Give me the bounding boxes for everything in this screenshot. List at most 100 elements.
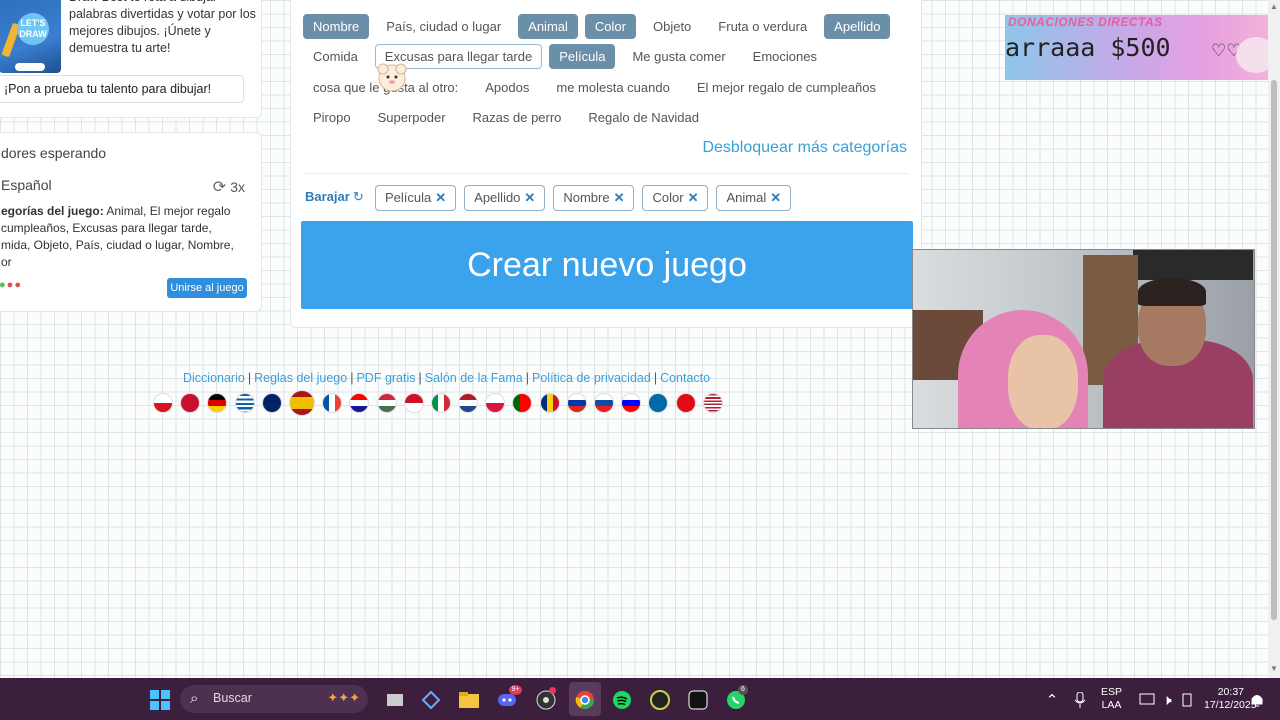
flag-fr-icon[interactable] bbox=[322, 393, 343, 413]
clock[interactable]: 20:37 17/12/2025 bbox=[1204, 686, 1257, 720]
category-toggle[interactable]: Me gusta comer bbox=[622, 44, 735, 69]
file-explorer-icon[interactable] bbox=[458, 689, 480, 711]
clock-time: 20:37 bbox=[1217, 686, 1244, 698]
category-toggle[interactable]: Apellido bbox=[824, 13, 891, 39]
selected-category-chip: Apellido ✕ bbox=[464, 185, 546, 211]
app-diamond-icon[interactable] bbox=[420, 689, 442, 711]
chrome-icon[interactable] bbox=[574, 689, 596, 711]
category-toggle[interactable]: Piropo bbox=[303, 105, 361, 130]
category-toggle[interactable]: Razas de perro bbox=[463, 105, 572, 130]
chip-label: Apellido bbox=[474, 190, 521, 205]
microphone-icon[interactable] bbox=[1069, 689, 1091, 711]
discord-badge: 9+ bbox=[509, 685, 522, 695]
category-toggle[interactable]: Animal bbox=[518, 13, 578, 39]
game-categories: egorías del juego: Animal, El mejor rega… bbox=[1, 203, 241, 271]
flag-hu-icon[interactable] bbox=[376, 393, 397, 413]
flag-sk-icon[interactable] bbox=[594, 393, 614, 413]
flag-si-icon[interactable] bbox=[621, 393, 642, 413]
chevron-up-icon[interactable]: ⌃ bbox=[1041, 689, 1063, 711]
footer-separator: | bbox=[525, 371, 529, 385]
remove-category-icon[interactable]: ✕ bbox=[770, 190, 781, 205]
selected-category-chip: Color ✕ bbox=[642, 185, 709, 211]
flag-dk-icon[interactable] bbox=[180, 393, 201, 413]
category-toggle[interactable]: Película bbox=[549, 44, 616, 70]
category-toggle[interactable]: Comida bbox=[303, 44, 368, 69]
notifications-icon[interactable] bbox=[1246, 689, 1268, 711]
remove-category-icon[interactable]: ✕ bbox=[614, 190, 625, 205]
chip-label: Nombre bbox=[563, 190, 610, 205]
remove-category-icon[interactable]: ✕ bbox=[524, 190, 535, 205]
flag-cz-icon[interactable] bbox=[153, 393, 173, 413]
flag-id-icon[interactable] bbox=[403, 393, 424, 413]
draw-best-promo-image[interactable]: LET'S DRAW bbox=[0, 0, 61, 73]
shuffle-button[interactable]: Barajar ↻ bbox=[305, 189, 364, 205]
donation-amount: arraaa $500 bbox=[1005, 33, 1171, 62]
remove-category-icon[interactable]: ✕ bbox=[688, 190, 699, 205]
volume-icon[interactable]: 🕨 bbox=[1156, 689, 1178, 711]
flag-ro-icon[interactable] bbox=[539, 393, 560, 413]
game-app-icon[interactable] bbox=[649, 689, 671, 711]
flag-pl-icon[interactable] bbox=[485, 393, 506, 413]
chip-label: Animal bbox=[726, 190, 767, 205]
vertical-scrollbar[interactable]: ▲ ▼ bbox=[1268, 0, 1280, 678]
flag-tr-icon[interactable] bbox=[675, 393, 696, 413]
windows-start-icon[interactable] bbox=[149, 689, 171, 711]
footer-link[interactable]: Salón de la Fama bbox=[425, 371, 523, 385]
category-toggle[interactable]: Nombre bbox=[303, 13, 370, 39]
flag-us-icon[interactable] bbox=[702, 393, 723, 413]
flag-pt-icon[interactable] bbox=[512, 393, 533, 413]
capcut-icon[interactable] bbox=[687, 689, 709, 711]
flag-de-icon[interactable] bbox=[207, 393, 228, 413]
unlock-categories-link[interactable]: Desbloquear más categorías bbox=[702, 139, 907, 157]
footer-separator: | bbox=[247, 371, 252, 385]
round-count-value: 3x bbox=[230, 179, 245, 195]
refresh-icon: ↻ bbox=[352, 189, 364, 204]
whatsapp-icon[interactable]: 6 bbox=[725, 685, 748, 711]
category-toggle[interactable]: Superpoder bbox=[368, 105, 456, 130]
footer-link[interactable]: Diccionario bbox=[183, 371, 245, 385]
network-icon[interactable] bbox=[1136, 689, 1158, 711]
spotify-icon[interactable] bbox=[611, 689, 633, 711]
language-indicator[interactable]: ESP LAA bbox=[1101, 686, 1122, 720]
category-toggle[interactable]: El mejor regalo de cumpleaños bbox=[687, 75, 886, 100]
scroll-thumb[interactable] bbox=[1271, 80, 1277, 620]
category-toggle[interactable]: País, ciudad o lugar bbox=[376, 14, 511, 39]
scroll-down-icon[interactable]: ▼ bbox=[1270, 664, 1278, 673]
create-new-game-button[interactable]: Crear nuevo juego bbox=[301, 221, 913, 309]
category-row: Nombre País, ciudad o lugar Animal Color Obj… bbox=[303, 11, 913, 42]
footer-link[interactable]: PDF gratis bbox=[356, 371, 415, 385]
task-view-icon[interactable] bbox=[384, 689, 406, 711]
category-toggle[interactable]: Objeto bbox=[643, 14, 701, 39]
scroll-up-icon[interactable]: ▲ bbox=[1270, 2, 1278, 11]
search-placeholder: Buscar bbox=[213, 691, 252, 705]
taskbar-search[interactable]: ⌕ Buscar ✦✦✦ bbox=[180, 685, 368, 713]
obs-icon[interactable] bbox=[535, 687, 557, 711]
footer-link[interactable]: Política de privacidad bbox=[532, 371, 651, 385]
chip-label: Color bbox=[652, 190, 684, 205]
battery-icon[interactable] bbox=[1176, 689, 1198, 711]
notification-dot bbox=[549, 687, 556, 694]
remove-category-icon[interactable]: ✕ bbox=[435, 190, 446, 205]
category-toggle[interactable]: Color bbox=[584, 13, 636, 39]
footer-link[interactable]: Contacto bbox=[660, 371, 710, 385]
category-toggle[interactable]: Apodos bbox=[475, 75, 539, 100]
flag-nl-icon[interactable] bbox=[458, 393, 479, 413]
category-toggle[interactable]: Regalo de Navidad bbox=[578, 105, 709, 130]
flag-gb-icon[interactable] bbox=[261, 393, 282, 413]
category-toggle[interactable]: Fruta o verdura bbox=[708, 14, 817, 39]
footer-link[interactable]: Reglas del juego bbox=[254, 371, 347, 385]
flag-it-icon[interactable] bbox=[430, 393, 451, 413]
flag-se-icon[interactable] bbox=[648, 393, 669, 413]
category-toggle[interactable]: me molesta cuando bbox=[546, 75, 679, 100]
flag-es-icon[interactable] bbox=[288, 390, 315, 416]
discord-icon[interactable]: 9+ bbox=[496, 685, 522, 711]
player-icon: ● bbox=[0, 279, 7, 291]
draw-talent-button[interactable]: ¡Pon a prueba tu talento para dibujar! bbox=[0, 75, 244, 103]
selected-category-chip: Animal ✕ bbox=[716, 185, 792, 211]
category-toggle[interactable]: Emociones bbox=[743, 44, 827, 69]
flag-ru-icon[interactable] bbox=[566, 393, 587, 413]
join-game-button[interactable]: Unirse al juego bbox=[167, 278, 247, 298]
flag-hr-icon[interactable] bbox=[349, 393, 370, 413]
footer-links: Diccionario | Reglas del juego | PDF gratis |… bbox=[183, 371, 710, 385]
flag-gr-icon[interactable] bbox=[234, 393, 255, 413]
